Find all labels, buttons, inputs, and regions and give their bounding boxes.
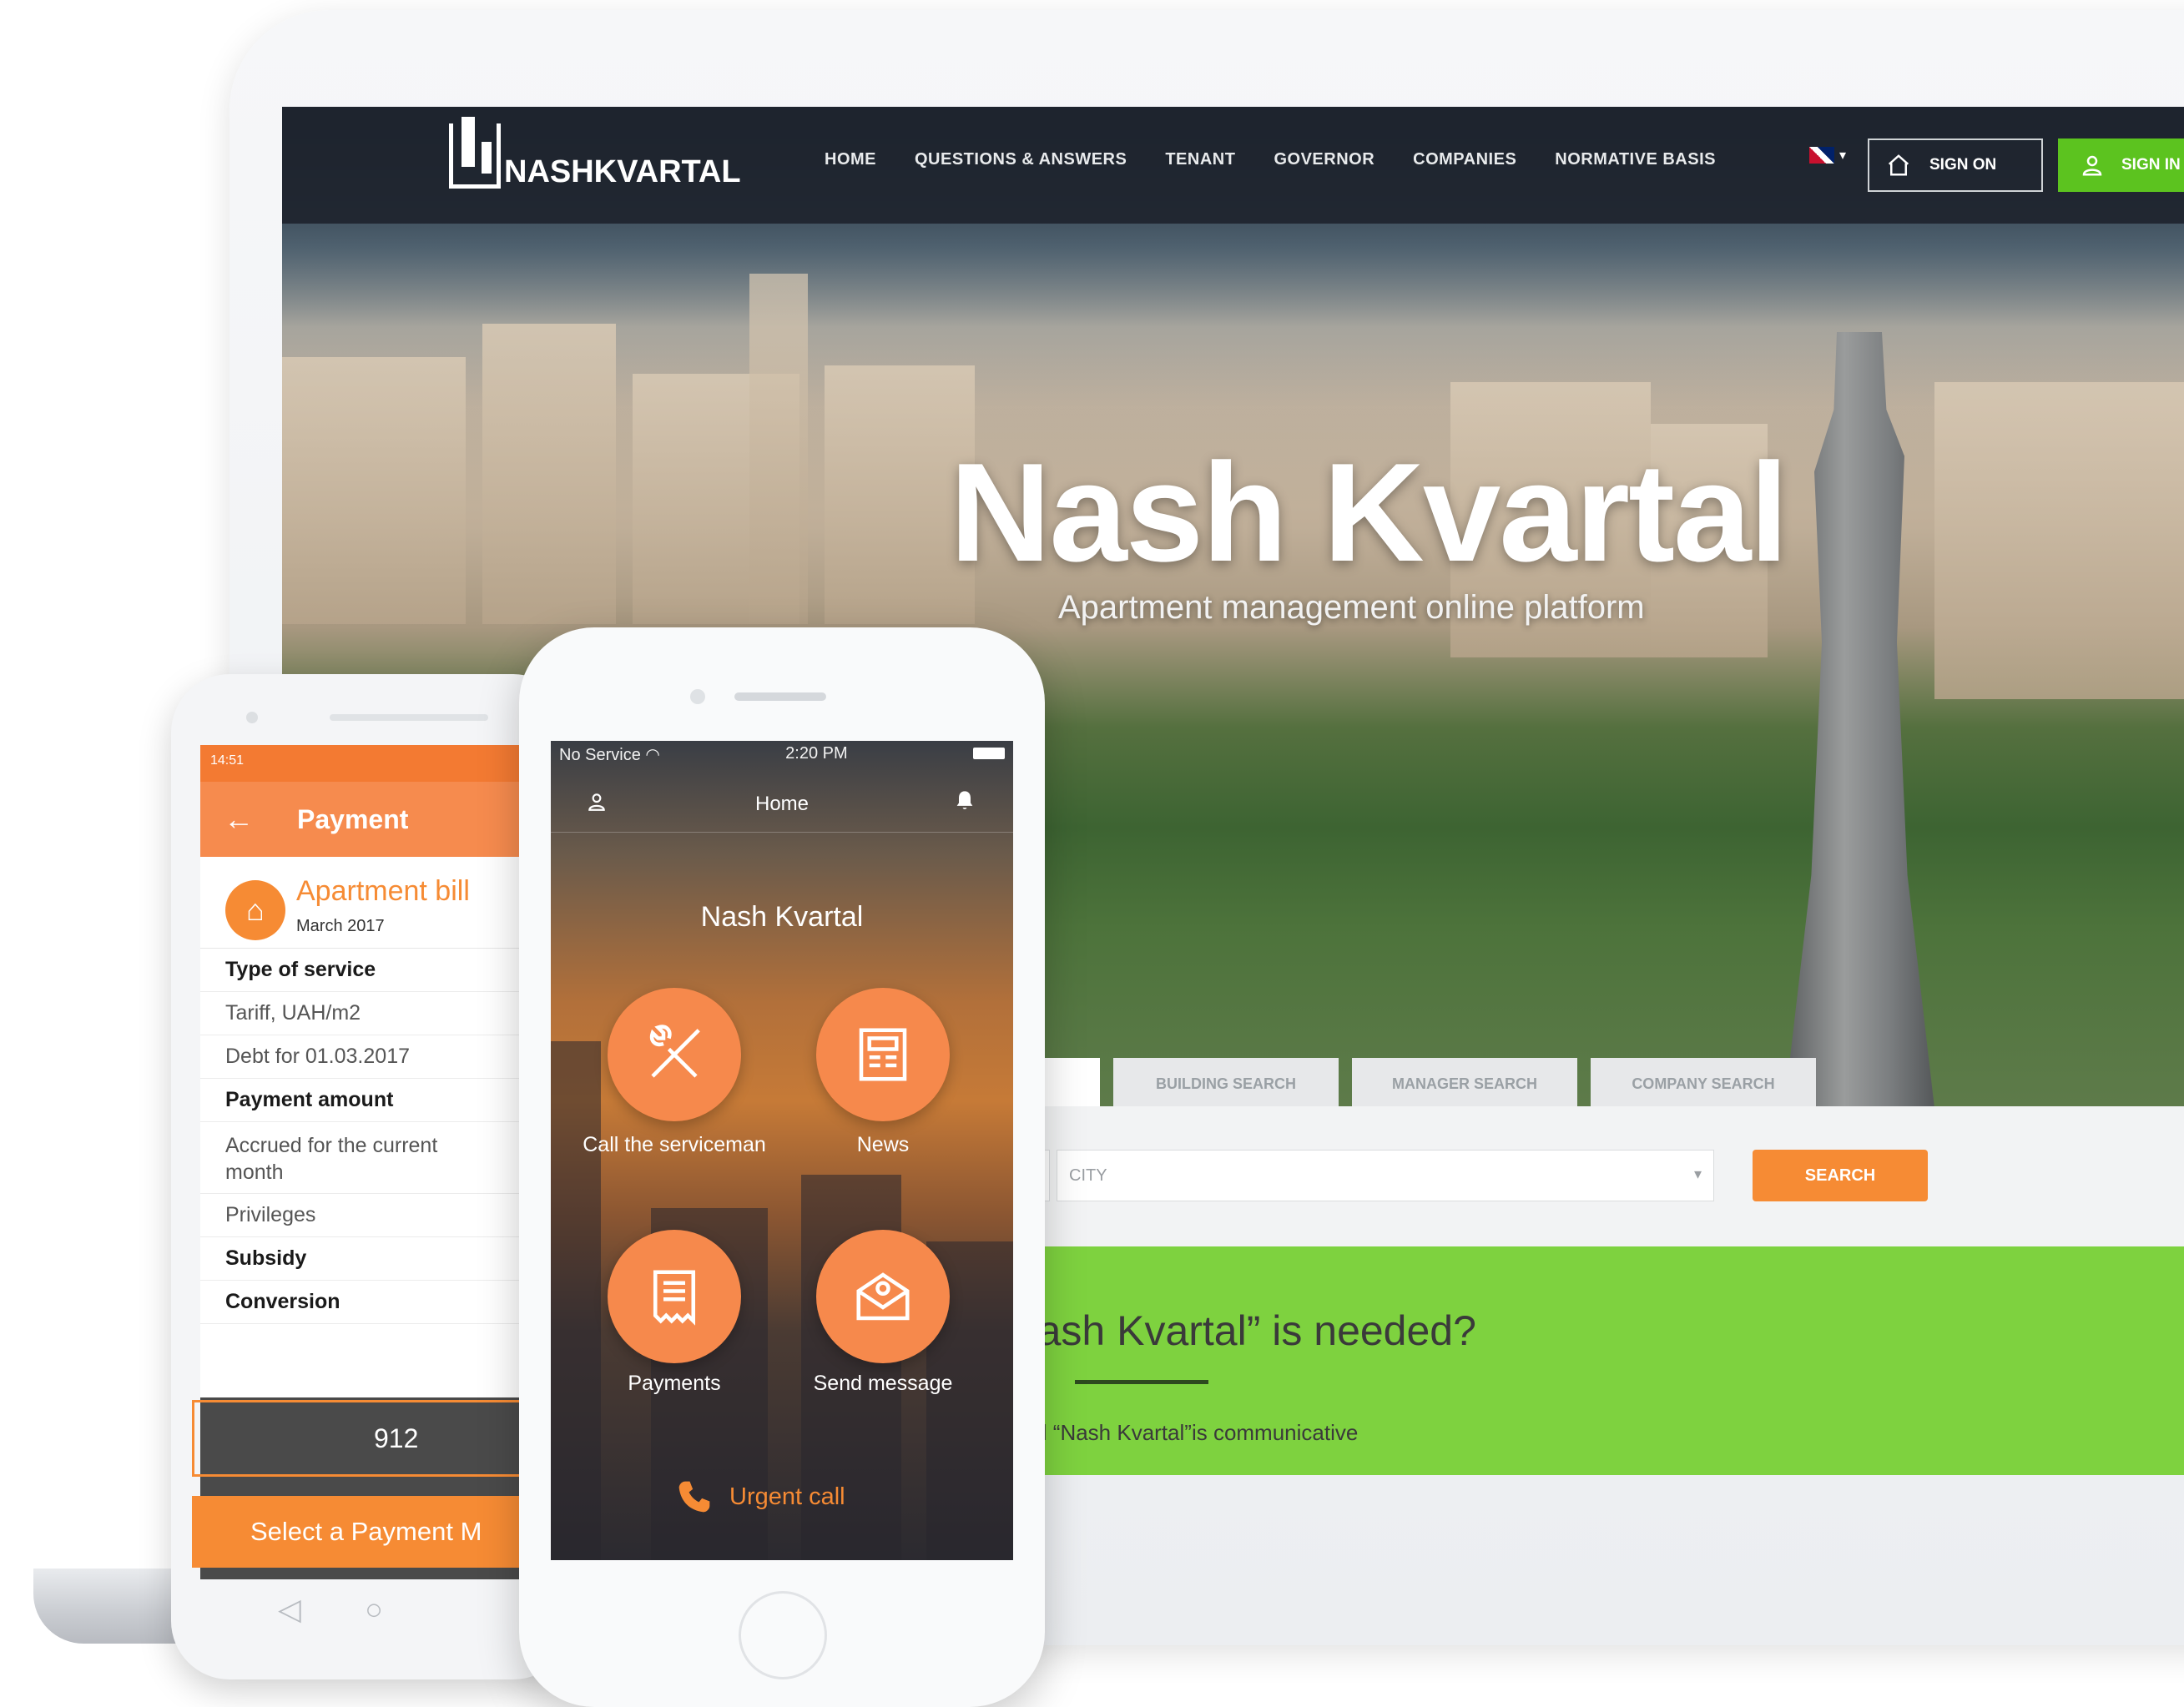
- hero-subtitle: Apartment management online platform: [1058, 589, 1645, 626]
- sign-on-button[interactable]: SIGN ON: [1868, 138, 2043, 192]
- iphone-screen: No Service ◠ 2:20 PM Home Nash Kvartal C…: [551, 741, 1013, 1560]
- battery-icon: [973, 748, 1005, 759]
- uk-flag-icon: [1809, 147, 1834, 164]
- tab-company-search[interactable]: COMPANY SEARCH: [1591, 1058, 1816, 1110]
- tools-icon: [649, 1025, 700, 1078]
- app-header: Home: [551, 778, 1013, 833]
- row-tariff: Tariff, UAH/m2: [200, 992, 551, 1035]
- payment-header: ← Payment: [200, 782, 551, 857]
- tab-building-search[interactable]: BUILDING SEARCH: [1113, 1058, 1339, 1110]
- brand-name: NASHKVARTAL: [504, 154, 741, 189]
- home-circle-icon[interactable]: ○: [365, 1592, 383, 1627]
- building-logo-icon: [449, 117, 501, 189]
- language-selector[interactable]: ▾: [1809, 147, 1846, 164]
- house-icon: ⌂: [225, 880, 285, 940]
- city-placeholder: CITY: [1069, 1166, 1107, 1185]
- row-debt: Debt for 01.03.2017: [200, 1035, 551, 1079]
- envelope-icon: [856, 1272, 910, 1321]
- phone-icon: [678, 1481, 710, 1513]
- row-accrued: Accrued for the current month: [200, 1122, 551, 1194]
- wifi-icon: ◠: [645, 746, 660, 764]
- hero-title: Nash Kvartal: [950, 434, 1788, 591]
- call-serviceman-label: Call the serviceman: [583, 1133, 766, 1156]
- back-icon[interactable]: ◁: [278, 1592, 301, 1627]
- bill-summary: ⌂ Apartment bill March 2017: [200, 857, 551, 949]
- front-camera: [690, 689, 705, 704]
- front-camera: [246, 712, 258, 723]
- caret-down-icon: ▾: [1839, 149, 1847, 163]
- row-accrued-label: Accrued for the current month: [225, 1134, 438, 1184]
- android-phone: 14:51 ⏰ ← Payment ⌂ Apartment bill March…: [171, 674, 572, 1679]
- app-title: Nash Kvartal: [700, 901, 864, 933]
- sign-on-label: SIGN ON: [1929, 156, 1997, 174]
- section-divider: [1075, 1380, 1208, 1384]
- sign-in-label: SIGN IN: [2121, 156, 2181, 174]
- select-payment-button[interactable]: Select a Payment M: [192, 1496, 542, 1568]
- send-message-button[interactable]: [816, 1230, 950, 1363]
- news-label: News: [856, 1133, 910, 1156]
- due-label: All in due payme: [292, 1360, 484, 1389]
- payments-label: Payments: [628, 1372, 721, 1395]
- monument-figure: [1784, 332, 1934, 1108]
- row-privileges: Privileges: [200, 1194, 551, 1237]
- status-time: 2:20 PM: [785, 744, 848, 763]
- page-title: Payment: [297, 803, 409, 834]
- carrier: No Service: [559, 746, 641, 764]
- tab-manager-search[interactable]: MANAGER SEARCH: [1352, 1058, 1577, 1110]
- news-button[interactable]: [816, 988, 950, 1121]
- iphone: No Service ◠ 2:20 PM Home Nash Kvartal C…: [519, 627, 1045, 1707]
- row-type-of-service: Type of service: [200, 949, 551, 992]
- caret-down-icon: ▾: [1693, 1166, 1702, 1182]
- search-button[interactable]: SEARCH: [1753, 1150, 1928, 1201]
- newspaper-icon: [859, 1028, 907, 1081]
- city-select[interactable]: CITY ▾: [1057, 1150, 1714, 1201]
- top-navigation: NASHKVARTAL HOME QUESTIONS & ANSWERS TEN…: [282, 107, 2184, 224]
- payments-button[interactable]: [608, 1230, 741, 1363]
- row-payment-amount: Payment amount: [200, 1079, 551, 1122]
- send-message-label: Send message: [813, 1372, 953, 1395]
- brand-logo[interactable]: NASHKVARTAL: [449, 117, 741, 189]
- earpiece: [330, 714, 488, 721]
- receipt-icon: [653, 1270, 696, 1326]
- android-nav-bar: ◁ ○ □: [171, 1592, 572, 1627]
- home-button[interactable]: [739, 1591, 827, 1679]
- select-payment-label: Select a Payment M: [250, 1517, 482, 1546]
- urgent-call-label: Urgent call: [729, 1483, 845, 1510]
- amount-value: 912: [374, 1422, 419, 1453]
- amount-field[interactable]: 912: [192, 1400, 542, 1477]
- sign-in-button[interactable]: SIGN IN: [2058, 138, 2184, 192]
- header-title: Home: [754, 793, 810, 815]
- row-conversion: Conversion: [200, 1281, 551, 1324]
- row-subsidy: Subsidy: [200, 1237, 551, 1281]
- nav-normative-basis[interactable]: NORMATIVE BASIS: [1555, 150, 1716, 169]
- nav-companies[interactable]: COMPANIES: [1413, 150, 1516, 169]
- status-time: 14:51: [210, 753, 245, 768]
- bell-icon[interactable]: [953, 789, 976, 813]
- nav-home[interactable]: HOME: [825, 150, 876, 169]
- user-icon: [2082, 155, 2102, 176]
- nav-questions-answers[interactable]: QUESTIONS & ANSWERS: [915, 150, 1127, 169]
- nav-tenant[interactable]: TENANT: [1165, 150, 1235, 169]
- search-tabs: CH BUILDING SEARCH MANAGER SEARCH COMPAN…: [933, 1058, 1816, 1110]
- urgent-call-link[interactable]: Urgent call: [676, 1478, 845, 1515]
- call-serviceman-button[interactable]: [608, 988, 741, 1121]
- home-icon: [1888, 154, 1909, 176]
- status-bar: No Service ◠ 2:20 PM: [559, 744, 1005, 765]
- earpiece: [734, 692, 826, 701]
- bill-title: Apartment bill: [296, 875, 470, 907]
- nav-governor[interactable]: GOVERNOR: [1274, 150, 1374, 169]
- status-bar: 14:51 ⏰: [200, 745, 551, 782]
- bill-date: March 2017: [296, 917, 385, 935]
- arrow-left-icon[interactable]: ←: [224, 802, 254, 837]
- main-nav: HOME QUESTIONS & ANSWERS TENANT GOVERNOR…: [825, 150, 1716, 169]
- carrier-label: No Service ◠: [559, 744, 660, 765]
